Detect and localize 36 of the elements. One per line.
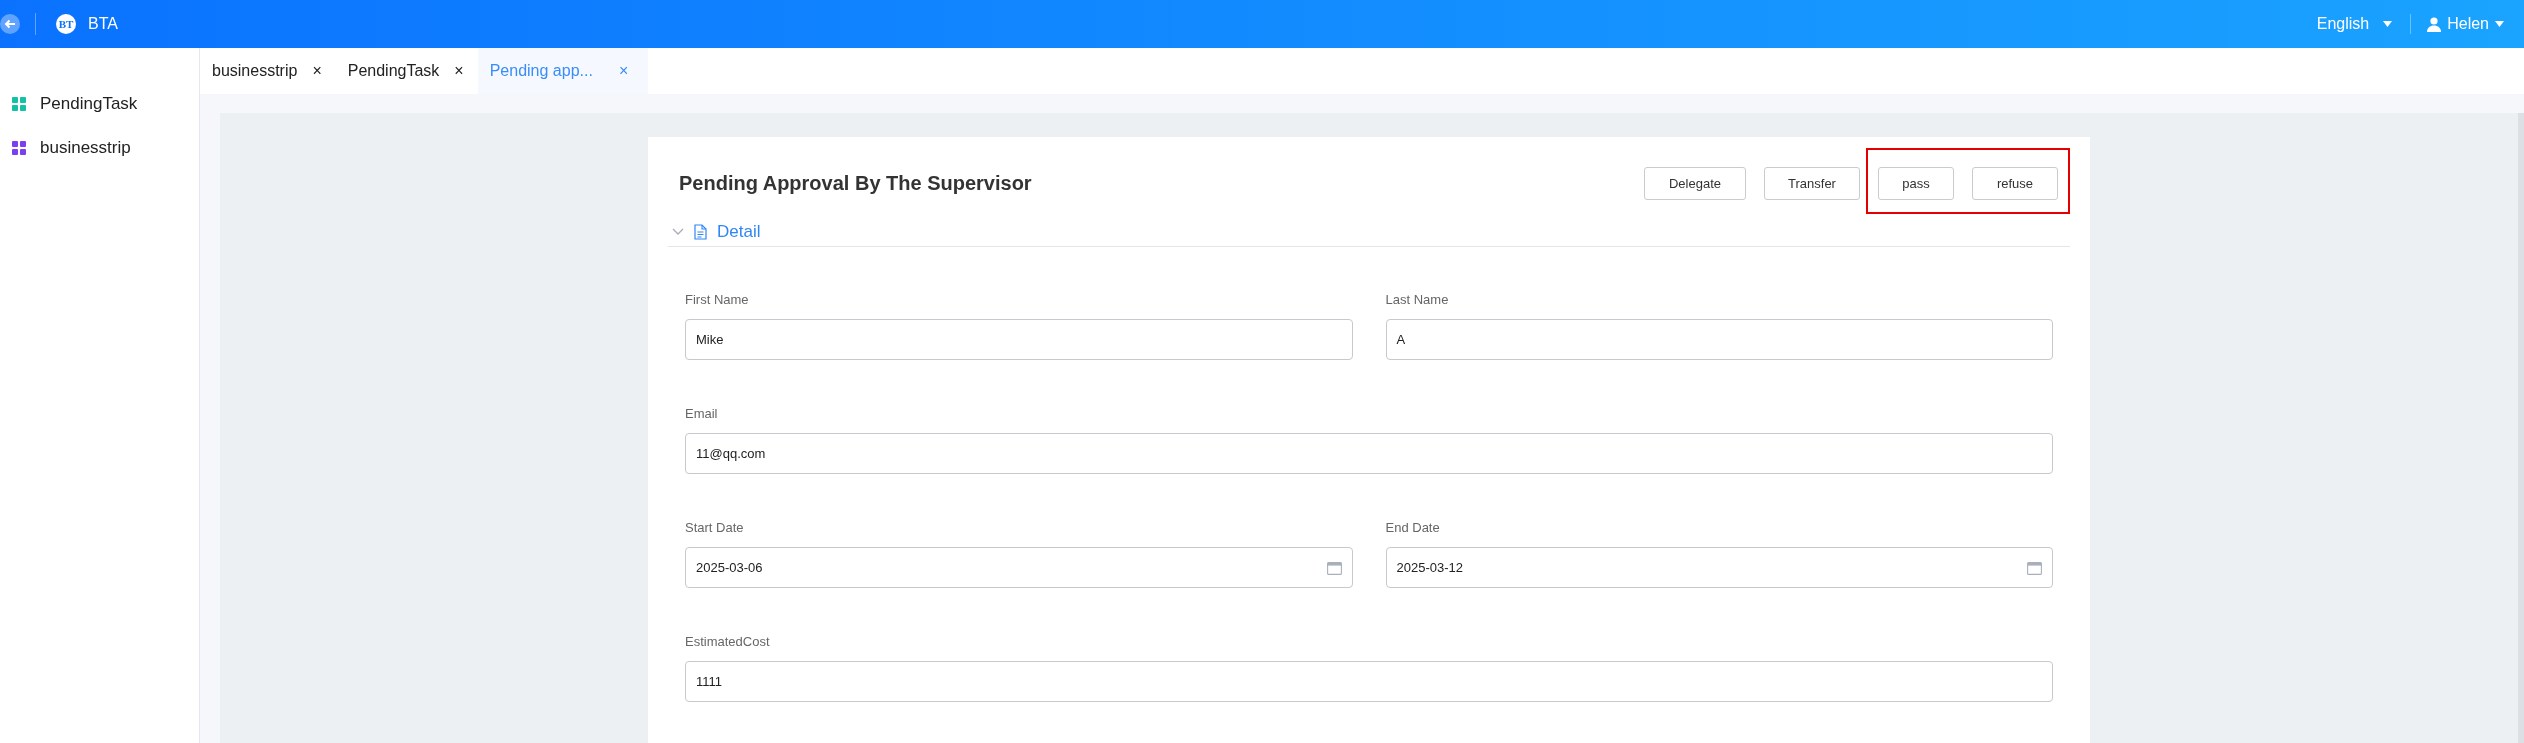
field-label: First Name: [685, 292, 750, 307]
action-button[interactable]: pass: [1878, 166, 1954, 200]
caret-icon: [2495, 21, 2504, 27]
field-label: Last Name: [1385, 292, 1450, 307]
input-field[interactable]: 11@qq.com: [685, 433, 2053, 474]
tab-label[interactable]: PendingTask: [347, 62, 440, 80]
input-field[interactable]: 1111: [685, 661, 2053, 702]
back-icon[interactable]: [0, 14, 20, 34]
document-icon: [694, 223, 707, 240]
tab[interactable]: PendingTask ×: [335, 48, 478, 94]
tab-label[interactable]: businesstrip: [212, 62, 298, 80]
user-icon: [2427, 16, 2442, 32]
close-button[interactable]: ×: [312, 62, 322, 80]
sidebar-item[interactable]: PendingTask: [0, 82, 199, 126]
sidebar-item[interactable]: businesstrip: [0, 126, 199, 170]
chevron-icon[interactable]: [672, 227, 684, 236]
field-label: Start Date: [685, 520, 745, 535]
calendar-icon[interactable]: [1326, 560, 1342, 575]
input-field[interactable]: Mike: [685, 319, 1353, 360]
calendar-icon[interactable]: [2027, 560, 2042, 575]
close-button[interactable]: ×: [454, 62, 464, 80]
tab[interactable]: businesstrip ×: [200, 48, 336, 94]
section-title[interactable]: Detail: [717, 221, 761, 242]
date-field[interactable]: 2025-03-12: [1385, 547, 2053, 588]
form-title: Pending Approval By The Supervisor: [678, 171, 1033, 195]
field-label: EstimatedCost: [685, 634, 771, 649]
caret-icon: [2383, 21, 2393, 27]
date-field[interactable]: 2025-03-06: [685, 547, 1353, 588]
logo: BT: [56, 14, 76, 34]
action-button[interactable]: Delegate: [1644, 166, 1746, 200]
field-label: End Date: [1385, 520, 1441, 535]
input-field[interactable]: A: [1385, 319, 2053, 360]
action-button[interactable]: refuse: [1972, 166, 2058, 200]
action-button[interactable]: Transfer: [1764, 166, 1860, 200]
app-name: BTA: [88, 15, 118, 33]
field-label: Email: [685, 406, 719, 421]
